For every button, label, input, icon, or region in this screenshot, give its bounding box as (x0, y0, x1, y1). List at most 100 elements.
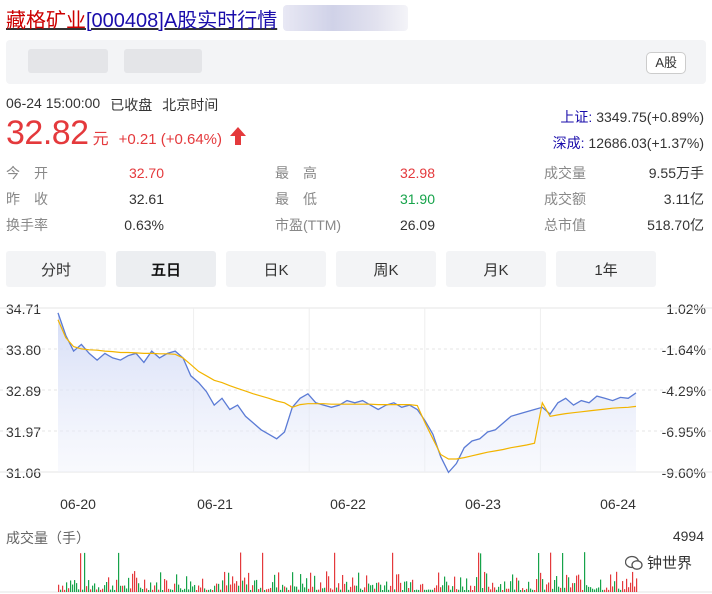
volume-bar (158, 589, 160, 592)
volume-bar (162, 589, 164, 592)
volume-bar (238, 585, 240, 592)
tab-weekly-k[interactable]: 周K (336, 251, 436, 287)
timezone-label: 北京时间 (162, 97, 219, 113)
volume-bar (154, 585, 156, 592)
stats-col-3: 成交量 9.55万手 成交额 3.11亿 总市值 518.70亿 (544, 160, 704, 238)
stock-name[interactable]: 藏格矿业 (6, 10, 86, 32)
volume-bar (548, 582, 550, 592)
volume-bar (286, 587, 288, 592)
volume-bar (610, 574, 612, 592)
volume-bar (574, 583, 576, 592)
volume-bar (436, 585, 438, 592)
volume-bar (212, 589, 214, 592)
volume-bar (128, 577, 130, 592)
stat-value-prev-close: 32.61 (128, 191, 164, 207)
volume-bar (426, 589, 428, 592)
volume-bar (544, 589, 546, 592)
volume-bar (470, 585, 472, 592)
volume-bar (206, 589, 208, 592)
tab-one-year[interactable]: 1年 (556, 251, 656, 287)
volume-bar (624, 589, 626, 592)
stat-value-volume: 9.55万手 (648, 165, 704, 181)
index-row-sz: 深成: 12686.03(+1.37%) (553, 130, 704, 156)
volume-bar (228, 572, 230, 592)
stat-label: 成交量 (544, 165, 586, 181)
volume-bar (482, 588, 484, 592)
tab-daily-k[interactable]: 日K (226, 251, 326, 287)
volume-bar (204, 588, 206, 592)
volume-bar (82, 589, 84, 592)
volume-bar (386, 581, 388, 592)
volume-bar (68, 588, 70, 592)
volume-bar (406, 581, 408, 592)
info-bar: A股 (6, 40, 706, 84)
volume-bar (76, 583, 78, 592)
volume-bar (254, 580, 256, 592)
volume-bar (378, 582, 380, 592)
tab-intraday[interactable]: 分时 (6, 251, 106, 287)
volume-bar (172, 589, 174, 592)
volume-bar (608, 589, 610, 592)
stat-value-high: 32.98 (399, 165, 435, 181)
market-tag[interactable]: A股 (646, 52, 686, 74)
volume-bar (552, 588, 554, 592)
volume-bar (626, 578, 628, 592)
volume-bar (284, 586, 286, 592)
volume-bar (422, 583, 424, 592)
volume-bar (498, 586, 500, 592)
volume-bar (182, 589, 184, 592)
volume-bar (460, 577, 462, 592)
volume-bar (186, 576, 188, 592)
stock-title-link[interactable]: 藏格矿业[000408]A股实时行情 (6, 4, 277, 33)
volume-bar (334, 552, 336, 592)
index-name-link[interactable]: 深成: (553, 135, 585, 151)
volume-bar (342, 574, 344, 592)
blurred-field (28, 49, 108, 73)
tab-monthly-k[interactable]: 月K (446, 251, 546, 287)
volume-chart[interactable] (0, 524, 712, 594)
volume-bar (106, 582, 108, 592)
price-change: +0.21 (+0.64%) (118, 131, 223, 148)
volume-bar (450, 589, 452, 592)
volume-bar (326, 571, 328, 592)
volume-bar (536, 579, 538, 592)
volume-bar (400, 582, 402, 592)
volume-bar (134, 571, 136, 592)
volume-bar (312, 586, 314, 592)
volume-bar (176, 574, 178, 592)
volume-bar (356, 585, 358, 592)
volume-bar (382, 590, 384, 592)
volume-bar (74, 580, 76, 592)
volume-bar (632, 571, 634, 592)
volume-bar (598, 587, 600, 592)
volume-bar (456, 589, 458, 592)
tab-five-day[interactable]: 五日 (116, 251, 216, 287)
volume-bar (302, 583, 304, 592)
volume-bar (194, 584, 196, 592)
volume-bar (570, 587, 572, 592)
price-unit: 元 (92, 131, 109, 148)
five-day-price-chart[interactable] (0, 296, 712, 494)
volume-bar (492, 582, 494, 592)
volume-bar (114, 589, 116, 592)
volume-bar (246, 584, 248, 592)
volume-bar (318, 589, 320, 592)
stock-code-title[interactable]: [000408]A股实时行情 (86, 10, 277, 32)
volume-bar (340, 589, 342, 592)
volume-bar (344, 583, 346, 592)
index-name-link[interactable]: 上证: (560, 109, 592, 125)
volume-bar (542, 579, 544, 592)
volume-bar (496, 589, 498, 592)
price-area (58, 312, 636, 473)
volume-bar (210, 589, 212, 592)
volume-bar (168, 588, 170, 592)
stat-label: 今 开 (6, 165, 48, 181)
volume-bar (278, 572, 280, 592)
volume-bar (178, 584, 180, 592)
volume-bar (336, 587, 338, 592)
volume-bar (528, 581, 530, 592)
volume-bar (116, 579, 118, 592)
volume-bar (368, 583, 370, 592)
volume-bar (94, 583, 96, 592)
volume-bar (618, 588, 620, 592)
